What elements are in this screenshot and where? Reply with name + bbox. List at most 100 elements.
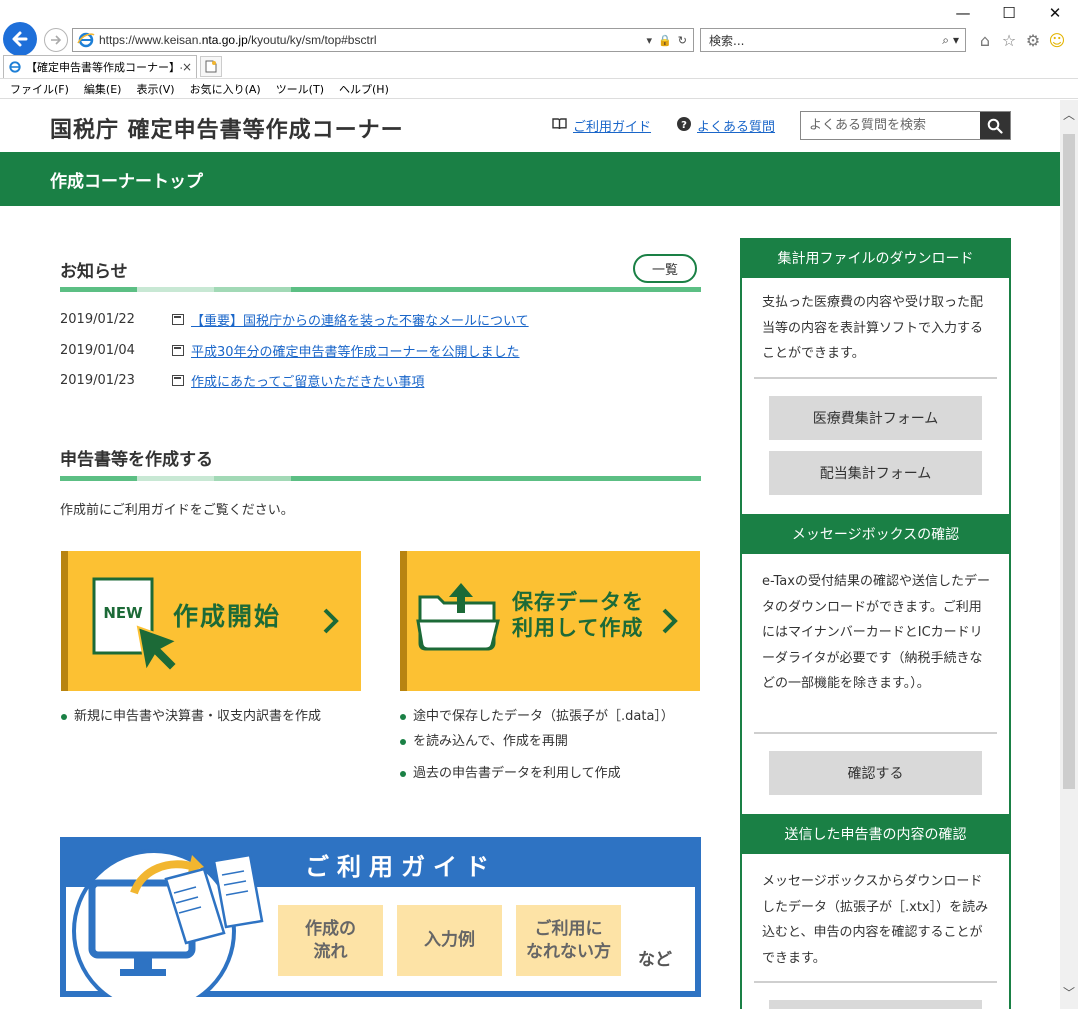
create-intro-text: 作成前にご利用ガイドをご覧ください。 [60,503,294,518]
medical-expense-form-button[interactable]: 医療費集計フォーム [769,396,982,440]
message-box-text: e-Taxの受付結果の確認や送信したデータのダウンロードができます。ご利用にはマ… [762,574,990,691]
news-item: 2019/01/04 平成30年分の確定申告書等作成コーナーを公開しました [60,341,700,360]
search-dropdown-icon[interactable]: ▾ [953,33,959,47]
vertical-scrollbar[interactable]: ︿ ﹀ [1060,100,1078,1009]
ie-tab-icon [9,61,21,73]
news-link[interactable]: 平成30年分の確定申告書等作成コーナーを公開しました [191,341,520,360]
news-link[interactable]: 作成にあたってご留意いただきたい事項 [191,371,424,390]
menu-favorites[interactable]: お気に入り(A) [190,81,261,97]
news-list-button[interactable]: 一覧 [633,254,697,283]
search-icon [987,118,1003,134]
guide-etc-label: など [638,950,672,970]
sidebar: 集計用ファイルのダウンロード 支払った医療費の内容や受け取った配当等の内容を表計… [740,238,1011,1009]
minimize-button[interactable]: — [940,0,986,26]
browser-toolbar: ⌂ ☆ ⚙ ☺ [976,28,1066,52]
menu-file[interactable]: ファイル(F) [10,81,69,97]
dropdown-icon[interactable]: ▾ [647,34,653,47]
news-date: 2019/01/23 [60,373,135,388]
guide-example-chip[interactable]: 入力例 [397,905,502,976]
back-button[interactable] [3,22,37,56]
page-header-bar: 作成コーナートップ [0,152,1060,206]
site-header: 国税庁 確定申告書等作成コーナー ご利用ガイド ? よくある質問 [0,100,1060,152]
new-tab-button[interactable] [200,56,222,77]
faq-search-button[interactable] [980,112,1010,139]
page-viewport: 国税庁 確定申告書等作成コーナー ご利用ガイド ? よくある質問 作成コーナート… [0,100,1060,1009]
faq-search-input[interactable] [801,112,980,139]
news-link[interactable]: 【重要】国税庁からの連絡を装った不審なメールについて [191,310,529,329]
folder-upload-icon [416,583,500,651]
window-icon [172,314,184,325]
maximize-button[interactable]: ☐ [986,0,1032,26]
download-panel-heading: 集計用ファイルのダウンロード [740,238,1011,278]
settings-gear-icon[interactable]: ⚙ [1024,31,1042,50]
news-date: 2019/01/22 [60,312,135,327]
chevron-right-icon [323,608,339,634]
faq-link[interactable]: ? よくある質問 [677,116,775,135]
search-placeholder: 検索... [709,33,745,48]
search-icon[interactable]: ⌕ [942,33,949,48]
sidebar-divider [754,732,997,734]
chevron-right-icon [662,608,678,634]
window-controls: — ☐ ✕ [940,0,1078,26]
scroll-up-icon[interactable]: ︿ [1063,106,1075,123]
address-bar[interactable]: https://www.keisan.nta.go.jp/kyoutu/ky/s… [72,28,694,52]
refresh-icon[interactable]: ↻ [678,34,687,47]
sent-return-heading: 送信した申告書の内容の確認 [740,814,1011,854]
dividend-form-button[interactable]: 配当集計フォーム [769,451,982,495]
menu-edit[interactable]: 編集(E) [84,81,122,97]
sent-return-button[interactable] [769,1000,982,1009]
browser-search-box[interactable]: 検索... ⌕ ▾ [700,28,966,52]
guide-banner[interactable]: ご利用ガイド 作成の 流れ 入力例 ご利用に なれない方 など [60,837,701,997]
site-title: 国税庁 確定申告書等作成コーナー [50,118,404,143]
tab-close-icon[interactable]: × [182,60,192,74]
scrollbar-thumb[interactable] [1063,134,1075,789]
menu-tools[interactable]: ツール(T) [276,81,324,97]
news-date: 2019/01/04 [60,343,135,358]
create-section-title: 申告書等を作成する [60,450,213,470]
past-data-description: 過去の申告書データを利用して作成 [400,761,621,786]
menu-help[interactable]: ヘルプ(H) [339,81,389,97]
download-panel-text: 支払った医療費の内容や受け取った配当等の内容を表計算ソフトで入力することができま… [762,295,984,361]
guide-flow-chip[interactable]: 作成の 流れ [278,905,383,976]
svg-text:NEW: NEW [103,604,143,622]
new-tab-icon [205,60,217,73]
faq-search [800,111,1011,140]
saved-data-description-cont: を読み込んで、作成を再開 [400,729,568,754]
start-new-description: 新規に申告書や決算書・収支内訳書を作成 [60,704,321,729]
ie-page-icon [77,32,95,48]
tab-row: 【確定申告書等作成コーナー】-... × [0,55,1078,78]
browser-tab[interactable]: 【確定申告書等作成コーナー】-... × [3,55,197,78]
lock-icon[interactable]: 🔒 [658,34,672,47]
message-box-confirm-button[interactable]: 確認する [769,751,982,795]
scroll-down-icon[interactable]: ﹀ [1063,984,1075,1001]
new-document-icon: NEW [92,577,180,674]
create-divider [60,476,701,481]
guide-banner-title: ご利用ガイド [305,853,497,881]
sent-return-text: メッセージボックスからダウンロードしたデータ（拡張子が［.xtx］）を読み込むと… [762,874,989,966]
forward-button[interactable] [44,28,68,52]
guide-link-label[interactable]: ご利用ガイド [573,116,651,135]
sidebar-divider [754,377,997,379]
guide-beginner-chip[interactable]: ご利用に なれない方 [516,905,621,976]
menu-view[interactable]: 表示(V) [136,81,174,97]
news-divider [60,287,701,292]
question-circle-icon: ? [677,116,691,135]
news-title: お知らせ [60,262,128,282]
faq-link-label[interactable]: よくある質問 [697,116,775,135]
news-item: 2019/01/22 【重要】国税庁からの連絡を装った不審なメールについて [60,310,700,329]
feedback-smiley-icon[interactable]: ☺ [1048,31,1066,50]
close-window-button[interactable]: ✕ [1032,0,1078,26]
start-new-label: 作成開始 [173,602,282,631]
menu-bar: ファイル(F) 編集(E) 表示(V) お気に入り(A) ツール(T) ヘルプ(… [0,78,1078,99]
start-new-button[interactable]: NEW 作成開始 [61,551,361,691]
saved-data-description: 途中で保存したデータ（拡張子が［.data］） [400,704,674,729]
url-text[interactable]: https://www.keisan.nta.go.jp/kyoutu/ky/s… [99,33,647,47]
svg-text:?: ? [681,120,687,131]
use-saved-data-button[interactable]: 保存データを 利用して作成 [400,551,700,691]
back-arrow-icon [12,31,28,47]
favorites-star-icon[interactable]: ☆ [1000,31,1018,50]
guide-link[interactable]: ご利用ガイド [552,116,651,135]
message-box-heading: メッセージボックスの確認 [740,514,1011,554]
window-icon [172,345,184,356]
home-icon[interactable]: ⌂ [976,31,994,50]
